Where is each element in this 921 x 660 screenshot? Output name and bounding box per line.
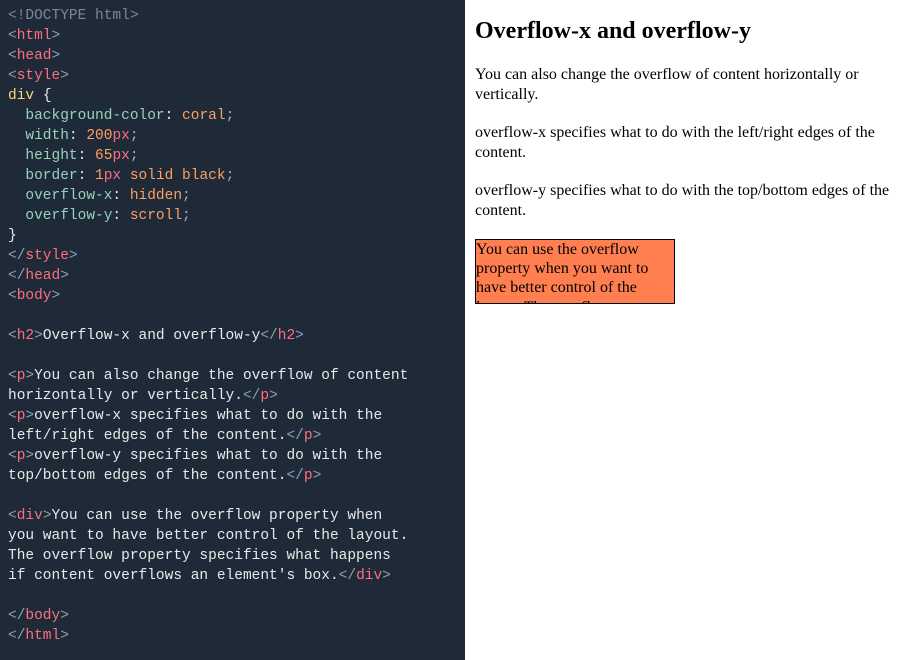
- code-doctype: <!DOCTYPE html>: [8, 8, 139, 24]
- code-p3-text: overflow-y specifies what to do with the…: [8, 448, 382, 484]
- code-value: 65: [95, 148, 112, 164]
- code-tag-p: p: [304, 468, 313, 484]
- code-selector: div: [8, 88, 34, 104]
- preview-pane: Overflow-x and overflow-y You can also c…: [465, 0, 921, 660]
- code-tag-html-open: html: [17, 28, 52, 44]
- code-prop: border: [25, 168, 77, 184]
- code-prop: width: [25, 128, 69, 144]
- code-prop: background-color: [25, 108, 164, 124]
- code-tag-style-open: style: [17, 68, 61, 84]
- preview-heading: Overflow-x and overflow-y: [475, 18, 911, 45]
- overflow-demo-box[interactable]: You can use the overflow property when y…: [475, 239, 675, 304]
- code-tag-style-close: style: [25, 248, 69, 264]
- code-value: hidden: [130, 188, 182, 204]
- code-tag-head-open: head: [17, 48, 52, 64]
- code-unit: px: [112, 148, 129, 164]
- code-value: 200: [86, 128, 112, 144]
- preview-paragraph-1: You can also change the overflow of cont…: [475, 65, 911, 105]
- code-tag-p: p: [260, 388, 269, 404]
- code-unit: px: [112, 128, 129, 144]
- code-value: scroll: [130, 208, 182, 224]
- code-tag-head-close: head: [25, 268, 60, 284]
- code-tag-h2-close: h2: [278, 328, 295, 344]
- code-h2-text: Overflow-x and overflow-y: [43, 328, 261, 344]
- code-value: coral: [182, 108, 226, 124]
- code-tag-body-open: body: [17, 288, 52, 304]
- code-tag-body-close: body: [25, 608, 60, 624]
- code-tag-h2-open: h2: [17, 328, 34, 344]
- code-editor[interactable]: <!DOCTYPE html> <html> <head> <style> di…: [0, 0, 465, 660]
- code-prop: overflow-y: [25, 208, 112, 224]
- code-p1-text: You can also change the overflow of cont…: [8, 368, 408, 404]
- preview-paragraph-3: overflow-y specifies what to do with the…: [475, 181, 911, 221]
- code-tag-html-close: html: [25, 628, 60, 644]
- code-tag-div-close: div: [356, 568, 382, 584]
- code-prop: height: [25, 148, 77, 164]
- code-tag-p: p: [304, 428, 313, 444]
- code-p2-text: overflow-x specifies what to do with the…: [8, 408, 382, 444]
- code-prop: overflow-x: [25, 188, 112, 204]
- code-tag-div-open: div: [17, 508, 43, 524]
- preview-paragraph-2: overflow-x specifies what to do with the…: [475, 123, 911, 163]
